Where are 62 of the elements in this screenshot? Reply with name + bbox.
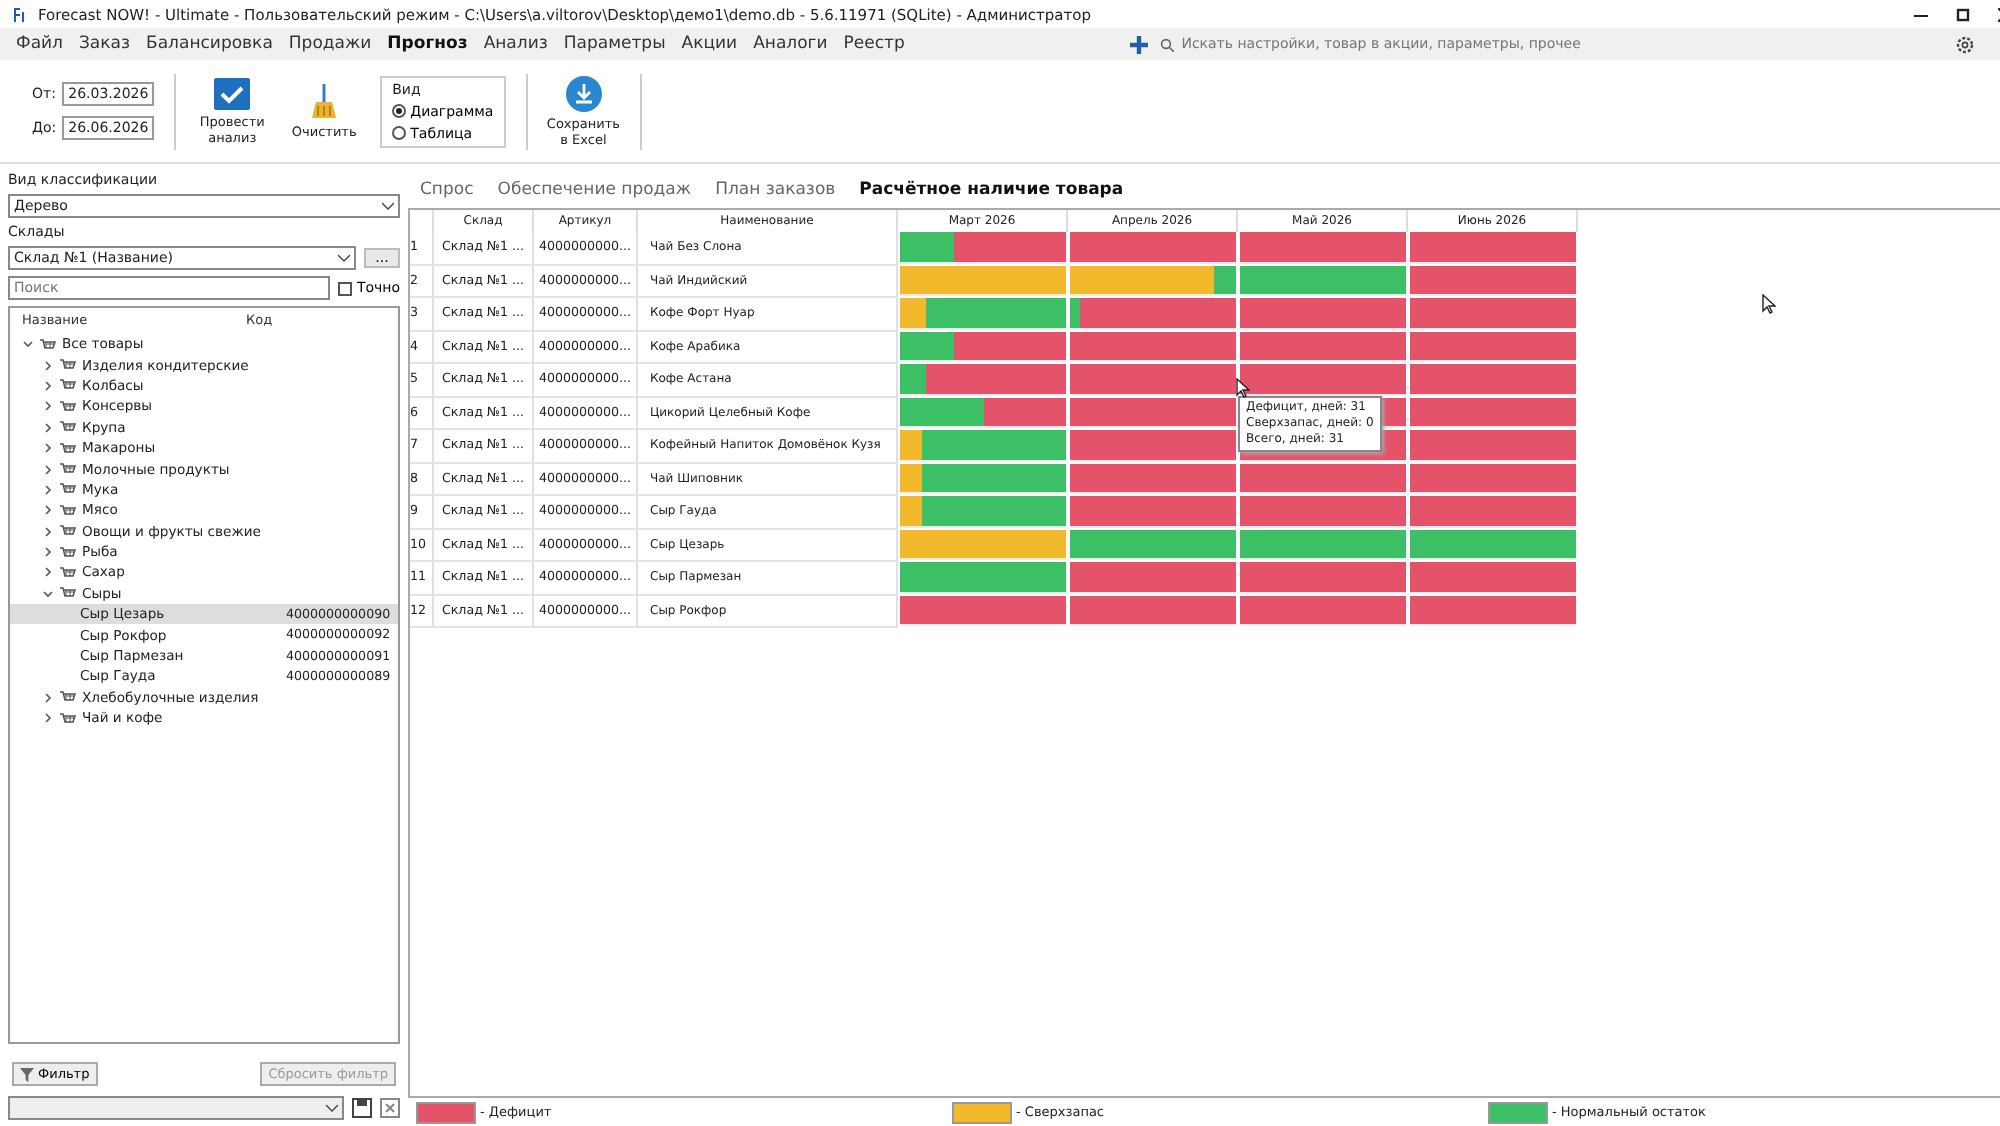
broom-icon — [310, 83, 339, 119]
cart-icon — [60, 399, 76, 414]
radio-button[interactable] — [392, 126, 407, 140]
cart-icon — [60, 690, 76, 705]
plus-icon[interactable] — [1129, 35, 1148, 53]
tab[interactable]: Спрос — [420, 180, 474, 200]
tab[interactable]: Обеспечение продаж — [497, 180, 692, 200]
cart-icon — [60, 462, 76, 477]
cart-icon — [60, 711, 76, 726]
settings-icon[interactable] — [1956, 35, 1974, 53]
expand-caret-icon[interactable] — [42, 525, 54, 538]
menu-item[interactable]: Анализ — [475, 34, 556, 54]
cart-icon — [60, 545, 76, 560]
radio-button[interactable] — [392, 104, 407, 118]
menu-item[interactable]: Реестр — [835, 34, 913, 54]
menu-item[interactable]: Акции — [673, 34, 746, 54]
expand-caret-icon[interactable] — [42, 546, 54, 559]
cart-icon — [60, 358, 76, 373]
collapse-caret-icon[interactable] — [22, 338, 34, 351]
expand-caret-icon[interactable] — [42, 359, 54, 372]
expand-caret-icon[interactable] — [42, 379, 54, 392]
cart-icon — [40, 337, 56, 352]
dropdown-caret-icon — [326, 1104, 338, 1112]
dropdown-caret-icon — [338, 254, 350, 262]
funnel-icon — [20, 1067, 34, 1081]
cart-icon — [60, 565, 76, 580]
expand-caret-icon[interactable] — [42, 421, 54, 434]
app-logo-icon — [12, 5, 28, 23]
search-icon — [1159, 37, 1174, 51]
maximize-icon[interactable] — [1956, 7, 1970, 21]
expand-caret-icon[interactable] — [42, 712, 54, 725]
pointer-icon — [1762, 294, 1776, 314]
expand-caret-icon[interactable] — [42, 463, 54, 476]
checkbox[interactable] — [338, 281, 353, 295]
menu-item[interactable]: Файл — [8, 34, 71, 54]
menu-item[interactable]: Балансировка — [138, 34, 281, 54]
expand-caret-icon[interactable] — [42, 566, 54, 579]
delete-icon[interactable] — [380, 1098, 400, 1118]
cart-icon — [60, 524, 76, 539]
cart-icon — [60, 441, 76, 456]
expand-caret-icon[interactable] — [42, 442, 54, 455]
menu-item[interactable]: Параметры — [555, 34, 674, 54]
cart-icon — [60, 503, 76, 518]
checkmark-icon — [214, 77, 251, 109]
menu-item[interactable]: Аналоги — [745, 34, 836, 54]
expand-caret-icon[interactable] — [42, 483, 54, 496]
menu-item[interactable]: Прогноз — [379, 34, 476, 54]
collapse-caret-icon[interactable] — [42, 587, 54, 600]
menu-item[interactable]: Заказ — [70, 34, 139, 54]
cart-icon — [60, 482, 76, 497]
expand-caret-icon[interactable] — [42, 691, 54, 704]
tab[interactable]: План заказов — [715, 180, 836, 200]
cart-icon — [60, 586, 76, 601]
expand-caret-icon[interactable] — [42, 504, 54, 517]
download-icon — [565, 75, 602, 111]
save-icon[interactable] — [352, 1098, 372, 1118]
expand-caret-icon[interactable] — [42, 400, 54, 413]
dropdown-caret-icon — [382, 202, 394, 210]
tab[interactable]: Расчётное наличие товара — [859, 180, 1124, 200]
menu-item[interactable]: Продажи — [280, 34, 380, 54]
cart-icon — [60, 378, 76, 393]
cart-icon — [60, 420, 76, 435]
